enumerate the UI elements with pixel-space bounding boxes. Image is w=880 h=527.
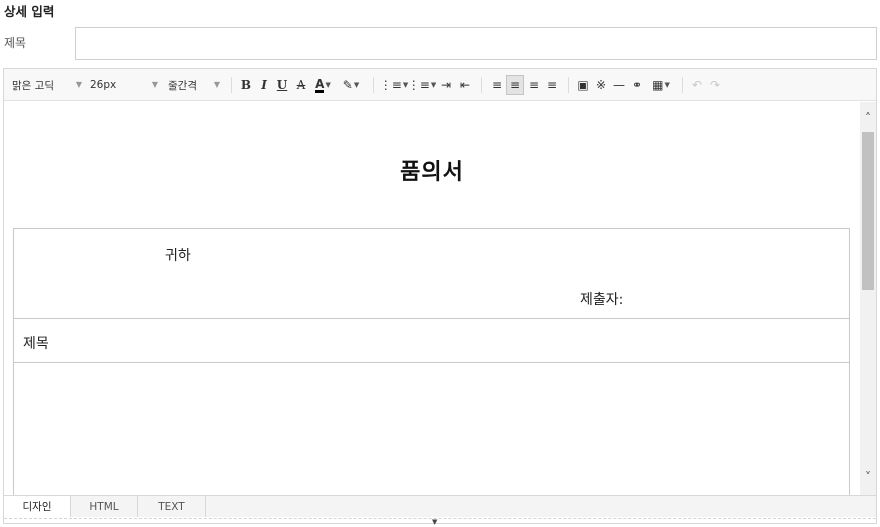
special-char-icon: ※ <box>595 78 607 92</box>
align-justify-button[interactable]: ≡ <box>543 75 561 95</box>
chevron-down-icon: ▼ <box>151 80 158 89</box>
mode-tabs: 디자인 HTML TEXT <box>4 495 876 517</box>
horizontal-rule-button[interactable]: — <box>610 75 628 95</box>
insert-image-button[interactable]: ▣ <box>574 75 592 95</box>
align-left-icon: ≡ <box>491 78 503 92</box>
ordered-list-button[interactable]: ⋮≡ ▼ <box>379 75 408 95</box>
align-right-icon: ≡ <box>528 78 540 92</box>
scroll-thumb[interactable] <box>862 132 874 290</box>
background-color-button[interactable]: ✎ ▼ <box>338 75 364 95</box>
align-center-icon: ≡ <box>509 78 521 92</box>
highlighter-icon: ✎ <box>342 78 353 92</box>
chevron-down-icon: ▼ <box>75 80 82 89</box>
font-color-button[interactable]: A ▼ <box>311 75 335 95</box>
tab-design[interactable]: 디자인 <box>4 496 71 517</box>
font-family-select[interactable]: 맑은 고딕 ▼ <box>6 75 86 95</box>
align-right-button[interactable]: ≡ <box>525 75 543 95</box>
document-title: 품의서 <box>400 160 464 185</box>
document-table: 귀하 제출자: 제목 <box>13 228 850 495</box>
undo-button[interactable]: ↶ <box>688 75 706 95</box>
outdent-button[interactable]: ⇤ <box>456 75 474 95</box>
tab-text[interactable]: TEXT <box>138 496 206 517</box>
scroll-up-icon[interactable]: ˄ <box>860 110 876 126</box>
font-size-value: 26px <box>90 79 117 91</box>
tab-label: TEXT <box>158 500 185 513</box>
table-row: 귀하 제출자: <box>14 229 849 319</box>
toolbar-divider <box>481 77 482 93</box>
scroll-down-icon[interactable]: ˅ <box>860 469 876 485</box>
font-size-select[interactable]: 26px ▼ <box>84 75 162 95</box>
italic-button[interactable]: I <box>256 75 272 95</box>
subject-label: 제목 <box>4 36 27 50</box>
subject-input[interactable] <box>75 27 877 60</box>
image-icon: ▣ <box>577 78 589 92</box>
align-left-button[interactable]: ≡ <box>488 75 506 95</box>
special-char-button[interactable]: ※ <box>592 75 610 95</box>
chevron-down-icon: ▼ <box>325 81 331 89</box>
insert-link-button[interactable]: ⚭ <box>628 75 646 95</box>
recipient-text: 귀하 <box>165 248 191 264</box>
vertical-scrollbar[interactable]: ˄ ˅ <box>860 102 876 495</box>
underline-button[interactable]: U <box>274 75 290 95</box>
table-row: 제목 <box>14 319 849 363</box>
italic-icon: I <box>261 78 267 92</box>
chevron-down-icon: ▼ <box>213 80 220 89</box>
undo-icon: ↶ <box>691 78 703 92</box>
indent-button[interactable]: ⇥ <box>437 75 455 95</box>
bold-icon: B <box>240 78 252 92</box>
align-justify-icon: ≡ <box>546 78 558 92</box>
submitter-text: 제출자: <box>580 292 624 308</box>
redo-icon: ↷ <box>709 78 721 92</box>
tab-html[interactable]: HTML <box>71 496 138 517</box>
editor: 맑은 고딕 ▼ 26px ▼ 줄간격 ▼ B I U A A ▼ ✎ ▼ ⋮≡ … <box>3 68 877 526</box>
unordered-list-button[interactable]: ⋮≡ ▼ <box>407 75 437 95</box>
font-family-value: 맑은 고딕 <box>12 79 54 92</box>
toolbar-divider <box>568 77 569 93</box>
document-subject-label: 제목 <box>23 336 49 352</box>
indent-icon: ⇥ <box>440 78 452 92</box>
line-height-value: 줄간격 <box>168 79 197 92</box>
toolbar-divider <box>373 77 374 93</box>
editor-toolbar: 맑은 고딕 ▼ 26px ▼ 줄간격 ▼ B I U A A ▼ ✎ ▼ ⋮≡ … <box>4 69 876 101</box>
horizontal-rule-icon: — <box>613 78 625 92</box>
resize-handle-icon[interactable]: ▼ <box>432 519 437 526</box>
table-icon: ▦ <box>652 78 664 92</box>
insert-table-button[interactable]: ▦ ▼ <box>647 75 675 95</box>
link-icon: ⚭ <box>631 78 643 92</box>
line-height-select[interactable]: 줄간격 ▼ <box>162 75 224 95</box>
align-center-button[interactable]: ≡ <box>506 75 524 95</box>
strikethrough-button[interactable]: A <box>293 75 309 95</box>
toolbar-divider <box>682 77 683 93</box>
table-row <box>14 363 849 495</box>
strikethrough-icon: A <box>296 78 306 92</box>
toolbar-divider <box>231 77 232 93</box>
chevron-down-icon: ▼ <box>430 81 437 89</box>
redo-button[interactable]: ↷ <box>706 75 724 95</box>
chevron-down-icon: ▼ <box>353 81 360 89</box>
chevron-down-icon: ▼ <box>664 81 670 89</box>
font-color-icon: A <box>315 76 325 93</box>
tab-label: 디자인 <box>22 501 52 513</box>
underline-icon: U <box>276 78 288 92</box>
bold-button[interactable]: B <box>238 75 254 95</box>
unordered-list-icon: ⋮≡ <box>407 78 430 92</box>
section-title: 상세 입력 <box>4 4 55 19</box>
tab-label: HTML <box>89 500 119 513</box>
resize-bar[interactable]: ▼ <box>4 518 876 526</box>
outdent-icon: ⇤ <box>459 78 471 92</box>
ordered-list-icon: ⋮≡ <box>379 78 402 92</box>
editor-content[interactable]: 품의서 귀하 제출자: 제목 <box>4 102 860 495</box>
